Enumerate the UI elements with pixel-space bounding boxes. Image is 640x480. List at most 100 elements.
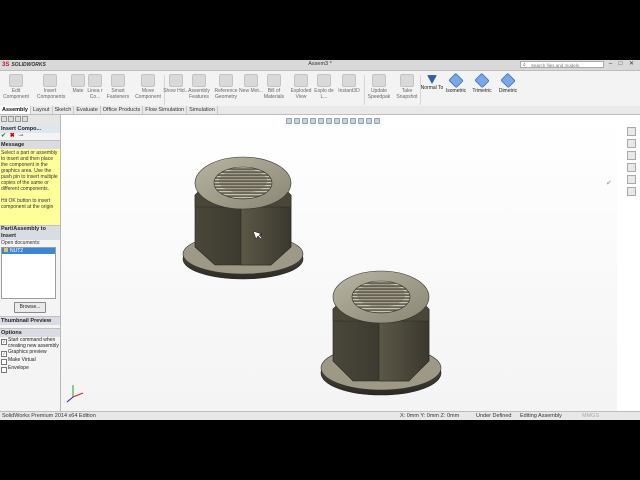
assembly-features-button[interactable]: Assembly Features [186, 73, 212, 107]
view-orientation-icon[interactable] [326, 118, 332, 124]
property-manager-tab-icon[interactable] [8, 116, 14, 122]
reference-triad [66, 385, 84, 403]
thumbnail-preview-header[interactable]: Thumbnail Preview [0, 316, 60, 325]
display-style-icon[interactable] [334, 118, 340, 124]
property-manager-title: Insert Compo... [0, 125, 60, 133]
dynamic-annotation-icon[interactable] [318, 118, 324, 124]
minimize-button[interactable]: – [606, 61, 615, 68]
tab-layout[interactable]: Layout [31, 106, 53, 114]
close-button[interactable]: ✕ [627, 61, 636, 68]
command-manager: Edit Component Insert Components Mate Li… [0, 71, 640, 110]
show-hidden-icon [169, 74, 183, 87]
section-view-icon[interactable] [310, 118, 316, 124]
list-item[interactable]: NUT2 [2, 248, 55, 254]
smart-fasteners-button[interactable]: Smart Fasteners [105, 73, 131, 107]
update-speedpak-icon [372, 74, 386, 87]
view-settings-icon[interactable] [366, 118, 372, 124]
display-pane-icon[interactable] [374, 118, 380, 124]
dimetric-cube-icon [500, 72, 516, 89]
maximize-button[interactable]: □ [616, 61, 625, 68]
checkbox-checked[interactable]: ✓ [1, 339, 7, 345]
apply-scene-icon[interactable] [358, 118, 364, 124]
checkbox-unchecked[interactable] [1, 359, 7, 365]
cancel-x-icon[interactable]: ✖ [10, 133, 15, 139]
previous-view-icon[interactable] [302, 118, 308, 124]
option-envelope[interactable]: Envelope [0, 365, 60, 373]
option-start-command[interactable]: ✓ Start command when creating new assembl… [0, 337, 60, 349]
move-component-button[interactable]: Move Component [135, 73, 161, 107]
appearances-icon[interactable] [627, 175, 636, 184]
file-explorer-icon[interactable] [627, 151, 636, 160]
zoom-to-fit-icon[interactable] [286, 118, 292, 124]
edit-component-icon [9, 74, 23, 87]
options-header[interactable]: Options [0, 328, 60, 337]
tab-simulation[interactable]: Simulation [187, 106, 218, 114]
option-graphics-preview[interactable]: ✓ Graphics preview [0, 349, 60, 357]
search-input[interactable]: ⌕ Search files and models [520, 61, 604, 68]
graphics-area[interactable] [61, 115, 617, 411]
update-speedpak-button[interactable]: Update Speedpak [366, 73, 392, 107]
checkbox-unchecked[interactable] [1, 367, 7, 373]
browse-button[interactable]: Browse... [14, 302, 46, 313]
view-palette-icon[interactable] [627, 163, 636, 172]
push-pin-icon[interactable]: ⊸ [18, 133, 23, 139]
tab-sketch[interactable]: Sketch [53, 106, 75, 114]
nut-model-1[interactable] [182, 156, 304, 280]
task-pane-tabs [627, 127, 637, 196]
part-icon [4, 248, 8, 252]
checkbox-checked[interactable]: ✓ [1, 351, 7, 357]
explode-line-sketch-button[interactable]: Explo de L... [311, 73, 337, 107]
insert-components-button[interactable]: Insert Components [37, 73, 65, 107]
solidworks-window: 3S SOLIDWORKS Assem3 * ⌕ Search files an… [0, 60, 640, 420]
heads-up-view-toolbar [286, 117, 380, 125]
isometric-button[interactable]: Isometric [443, 72, 469, 107]
nut-model-2[interactable] [320, 270, 442, 396]
tab-evaluate[interactable]: Evaluate [74, 106, 101, 114]
pm-action-bar: ✔ ✖ ⊸ [0, 133, 60, 140]
solidworks-resources-icon[interactable] [627, 127, 636, 136]
camera-icon [400, 74, 414, 87]
configuration-manager-tab-icon[interactable] [15, 116, 21, 122]
manager-tabs [0, 115, 60, 125]
part-assembly-header[interactable]: Part/Assembly to Insert [0, 225, 60, 240]
feature-manager-tab-icon[interactable] [1, 116, 7, 122]
reference-geometry-icon [219, 74, 233, 87]
zoom-to-area-icon[interactable] [294, 118, 300, 124]
edit-component-button[interactable]: Edit Component [3, 73, 29, 107]
model-viewport[interactable] [61, 115, 617, 411]
message-box: Select a part or assembly to insert and … [0, 149, 60, 225]
message-header[interactable]: Message [0, 140, 60, 149]
search-placeholder: Search files and models [531, 63, 580, 68]
definition-status: Under Defined [476, 413, 512, 419]
confirmation-check-icon[interactable]: ✔ [606, 179, 612, 187]
trimetric-button[interactable]: Trimetric [469, 72, 495, 107]
open-documents-label: Open documents: [1, 240, 41, 246]
instant3d-button[interactable]: Instant3D [336, 73, 362, 107]
units-menu[interactable]: MMGS [582, 412, 599, 420]
hide-show-items-icon[interactable] [342, 118, 348, 124]
open-documents-list[interactable]: NUT2 [1, 247, 56, 299]
tab-assembly[interactable]: Assembly [0, 106, 31, 114]
ok-check-icon[interactable]: ✔ [1, 133, 6, 139]
assembly-features-icon [192, 74, 206, 87]
dimxpert-manager-tab-icon[interactable] [22, 116, 28, 122]
separator [364, 75, 365, 105]
option-make-virtual[interactable]: Make Virtual [0, 357, 60, 365]
exploded-view-icon [294, 74, 308, 87]
design-library-icon[interactable] [627, 139, 636, 148]
take-snapshot-button[interactable]: Take Snapshot [394, 73, 420, 107]
edit-appearance-icon[interactable] [350, 118, 356, 124]
options-list: ✓ Start command when creating new assembl… [0, 337, 60, 373]
isometric-cube-icon [448, 72, 464, 89]
bill-of-materials-button[interactable]: Bill of Materials [261, 73, 287, 107]
tab-office-products[interactable]: Office Products [101, 106, 144, 114]
status-bar: SolidWorks Premium 2014 x64 Edition X: 0… [0, 411, 640, 420]
tab-flow-simulation[interactable]: Flow Simulation [143, 106, 188, 114]
dimetric-button[interactable]: Dimetric [495, 72, 521, 107]
custom-properties-icon[interactable] [627, 187, 636, 196]
property-manager-panel: Insert Compo... ✔ ✖ ⊸ Message Select a p… [0, 115, 61, 411]
normal-to-button[interactable]: Normal To [419, 73, 445, 107]
normal-to-icon [427, 75, 437, 84]
reference-geometry-button[interactable]: Reference Geometry [213, 73, 239, 107]
new-motion-study-icon [244, 74, 258, 87]
